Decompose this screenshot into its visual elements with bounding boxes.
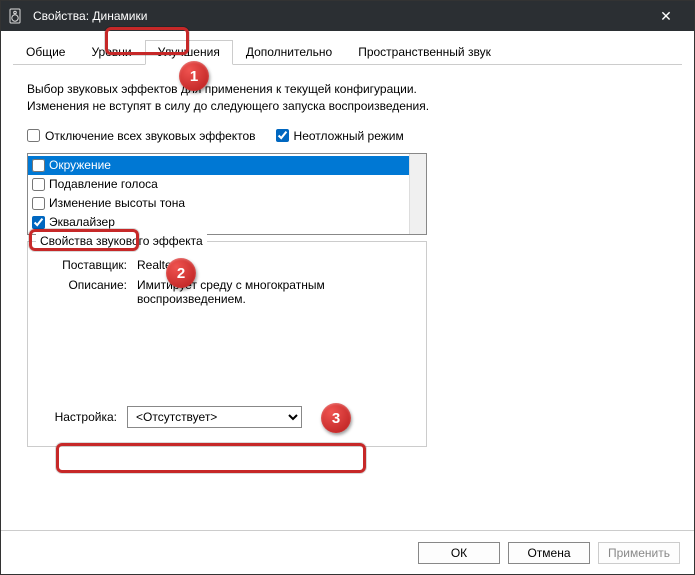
description-row: Описание: Имитирует среду с многократным… [42, 278, 412, 306]
setting-key: Настройка: [42, 410, 117, 424]
effect-voice-label: Подавление голоса [49, 177, 158, 191]
window: Свойства: Динамики ✕ Общие Уровни Улучше… [0, 0, 695, 575]
setting-row: Настройка: <Отсутствует> [42, 406, 412, 428]
tab-general[interactable]: Общие [13, 40, 78, 65]
effects-scrollbar[interactable] [409, 154, 426, 234]
panel-description: Выбор звуковых эффектов для применения к… [27, 81, 477, 115]
tab-strip: Общие Уровни Улучшения Дополнительно Про… [13, 39, 682, 65]
effect-equalizer[interactable]: Эквалайзер [28, 213, 409, 232]
disable-all-label: Отключение всех звуковых эффектов [45, 129, 256, 143]
effects-listbox[interactable]: Окружение Подавление голоса Изменение вы… [27, 153, 427, 235]
effect-surround-check[interactable] [32, 159, 45, 172]
effect-pitch-check[interactable] [32, 197, 45, 210]
setting-select[interactable]: <Отсутствует> [127, 406, 302, 428]
tab-enhancements[interactable]: Улучшения [145, 40, 233, 65]
tab-panel: Выбор звуковых эффектов для применения к… [13, 65, 682, 463]
group-legend: Свойства звукового эффекта [36, 234, 207, 248]
description-value: Имитирует среду с многократным воспроизв… [137, 278, 412, 306]
vendor-value: Realtek [137, 258, 412, 272]
close-button[interactable]: ✕ [646, 8, 686, 25]
disable-all-effects[interactable]: Отключение всех звуковых эффектов [27, 129, 256, 143]
effects-list: Окружение Подавление голоса Изменение вы… [28, 154, 409, 234]
tab-spatial[interactable]: Пространственный звук [345, 40, 504, 65]
speaker-icon [9, 8, 25, 24]
description-key: Описание: [42, 278, 137, 306]
content-area: Общие Уровни Улучшения Дополнительно Про… [1, 31, 694, 530]
urgent-mode[interactable]: Неотложный режим [276, 129, 404, 143]
effect-voice-check[interactable] [32, 178, 45, 191]
disable-all-checkbox[interactable] [27, 129, 40, 142]
tab-levels[interactable]: Уровни [78, 40, 144, 65]
urgent-label: Неотложный режим [294, 129, 404, 143]
urgent-checkbox[interactable] [276, 129, 289, 142]
tab-advanced[interactable]: Дополнительно [233, 40, 345, 65]
apply-button[interactable]: Применить [598, 542, 680, 564]
vendor-key: Поставщик: [42, 258, 137, 272]
window-title: Свойства: Динамики [33, 9, 646, 23]
effect-surround[interactable]: Окружение [28, 156, 409, 175]
effect-pitch-label: Изменение высоты тона [49, 196, 185, 210]
cancel-button[interactable]: Отмена [508, 542, 590, 564]
effect-voice[interactable]: Подавление голоса [28, 175, 409, 194]
titlebar: Свойства: Динамики ✕ [1, 1, 694, 31]
vendor-row: Поставщик: Realtek [42, 258, 412, 272]
top-checks: Отключение всех звуковых эффектов Неотло… [27, 129, 668, 143]
effect-surround-label: Окружение [49, 158, 111, 172]
ok-button[interactable]: ОК [418, 542, 500, 564]
effect-equalizer-check[interactable] [32, 216, 45, 229]
effect-equalizer-label: Эквалайзер [49, 215, 115, 229]
dialog-footer: ОК Отмена Применить [1, 530, 694, 574]
effect-pitch[interactable]: Изменение высоты тона [28, 194, 409, 213]
effect-properties-group: Свойства звукового эффекта Поставщик: Re… [27, 241, 427, 447]
